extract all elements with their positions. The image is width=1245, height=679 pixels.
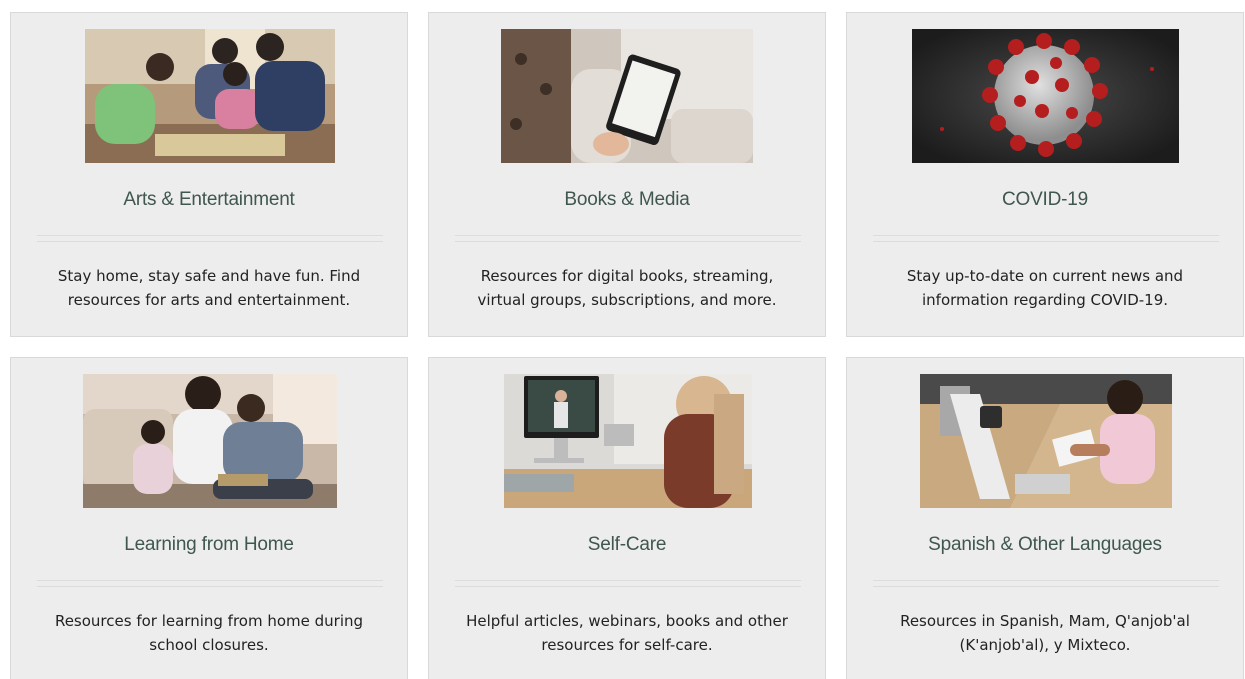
divider (455, 580, 801, 587)
video-call-photo[interactable] (504, 374, 752, 508)
card-title[interactable]: Learning from Home (11, 534, 407, 556)
divider (873, 580, 1219, 587)
divider (37, 235, 383, 242)
divider (37, 580, 383, 587)
card-description: Stay home, stay safe and have fun. Find … (57, 267, 361, 309)
card-title[interactable]: Self-Care (429, 534, 825, 556)
card-covid-19[interactable]: COVID-19 Stay up-to-date on current news… (846, 12, 1244, 337)
card-description: Stay up-to-date on current news and info… (906, 267, 1184, 309)
card-self-care[interactable]: Self-Care Helpful articles, webinars, bo… (428, 357, 826, 679)
card-description: Resources for learning from home during … (54, 612, 364, 654)
card-learning-from-home[interactable]: Learning from Home Resources for learnin… (10, 357, 408, 679)
card-title[interactable]: Books & Media (429, 189, 825, 211)
card-books-media[interactable]: Books & Media Resources for digital book… (428, 12, 826, 337)
card-description: Helpful articles, webinars, books and ot… (466, 612, 788, 654)
card-description: Resources for digital books, streaming, … (477, 267, 777, 309)
card-arts-entertainment[interactable]: Arts & Entertainment Stay home, stay saf… (10, 12, 408, 337)
card-title[interactable]: Arts & Entertainment (11, 189, 407, 211)
resource-card-grid: Arts & Entertainment Stay home, stay saf… (0, 0, 1245, 679)
divider (873, 235, 1219, 242)
card-title[interactable]: Spanish & Other Languages (847, 534, 1243, 556)
divider (455, 235, 801, 242)
card-title[interactable]: COVID-19 (847, 189, 1243, 211)
tablet-reading-photo[interactable] (501, 29, 753, 163)
family-board-game-photo[interactable] (85, 29, 335, 163)
card-description: Resources in Spanish, Mam, Q'anjob'al (K… (900, 612, 1190, 654)
girl-studying-photo[interactable] (920, 374, 1172, 508)
card-spanish-other-languages[interactable]: Spanish & Other Languages Resources in S… (846, 357, 1244, 679)
coronavirus-illustration[interactable] (912, 29, 1179, 163)
family-reading-photo[interactable] (83, 374, 337, 508)
